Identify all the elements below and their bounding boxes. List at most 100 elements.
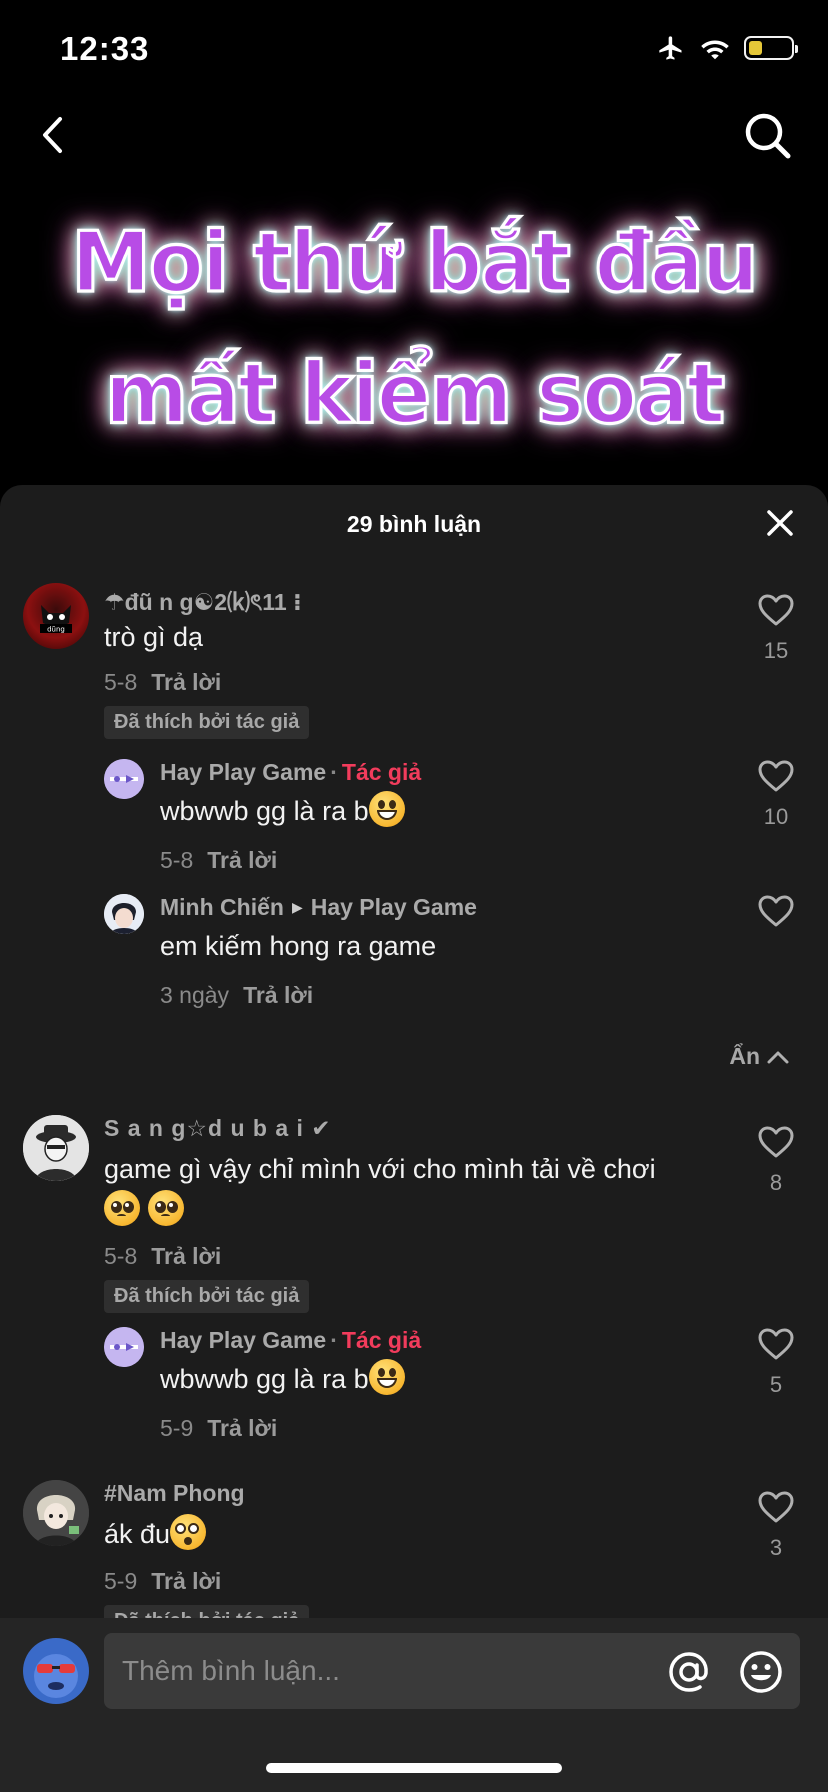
reply-meta: 3 ngày Trả lời: [160, 982, 313, 1009]
avatar-image: [23, 1480, 89, 1546]
svg-text:dũng: dũng: [47, 626, 65, 634]
avatar[interactable]: [104, 759, 144, 799]
comments-count-title: 29 bình luận: [346, 510, 482, 537]
back-button[interactable]: [28, 110, 78, 160]
reply-button[interactable]: Trả lời: [151, 1243, 221, 1269]
reply-button[interactable]: Trả lời: [151, 1568, 221, 1594]
reply-meta: 5-8 Trả lời: [160, 847, 277, 874]
comments-sheet: 29 bình luận dũng ☂đũ n g☯2⒦ৎ11 ⁝ trò gì…: [0, 485, 828, 1792]
search-icon: [745, 113, 791, 159]
top-nav: [0, 100, 828, 170]
reply-button[interactable]: Trả lời: [243, 982, 313, 1008]
avatar-image: [23, 1638, 89, 1704]
like-button[interactable]: 5: [754, 1327, 798, 1398]
avatar-image: [104, 1327, 144, 1367]
reply-text: em kiếm hong ra game: [160, 931, 437, 961]
avatar-image: [104, 759, 144, 799]
mention-button[interactable]: [666, 1649, 712, 1695]
reply-username-text[interactable]: Hay Play Game: [160, 1327, 326, 1353]
pleading-face-emoji: [104, 1190, 140, 1226]
status-bar: 12:33: [0, 0, 828, 100]
battery-icon: [744, 36, 798, 60]
status-icons: [656, 34, 798, 62]
reply-text: wbwwb gg là ra b: [160, 1359, 780, 1400]
grinning-face-emoji: [368, 791, 405, 827]
reply-username-text[interactable]: Minh Chiến: [160, 894, 284, 920]
avatar-image: [23, 1115, 89, 1181]
like-count: 3: [769, 1535, 783, 1560]
like-count: 15: [763, 638, 789, 663]
reply-username-text[interactable]: Hay Play Game: [160, 759, 326, 785]
reply-username[interactable]: Hay Play Game · Tác giả: [160, 759, 421, 786]
smiley-icon: [740, 1651, 782, 1693]
reply-button[interactable]: Trả lời: [151, 669, 221, 695]
reply-button[interactable]: Trả lời: [207, 1415, 277, 1441]
like-button[interactable]: 10: [754, 759, 798, 830]
avatar[interactable]: [104, 894, 144, 934]
reply-date: 3 ngày: [160, 982, 230, 1008]
avatar[interactable]: [23, 1115, 89, 1181]
hide-replies-button[interactable]: Ẩn: [729, 1043, 790, 1070]
reply-username[interactable]: Minh Chiến ▶ Hay Play Game: [160, 894, 477, 921]
my-avatar[interactable]: [23, 1638, 89, 1704]
liked-by-author-badge: Đã thích bởi tác giả: [104, 1280, 310, 1313]
comment-username[interactable]: #Nam Phong: [104, 1480, 245, 1507]
avatar[interactable]: [23, 1480, 89, 1546]
close-icon: [767, 510, 793, 536]
comment-meta: 5-9 Trả lời: [104, 1568, 221, 1595]
reply-arrow-icon: ▶: [291, 899, 303, 915]
chevron-up-icon: [767, 1051, 789, 1063]
comment-text: game gì vậy chỉ mình với cho mình tải về…: [104, 1149, 724, 1231]
comments-header: 29 bình luận: [0, 485, 828, 563]
author-badge: Tác giả: [341, 1327, 422, 1353]
status-time: 12:33: [60, 30, 150, 67]
comment-username[interactable]: S a n g☆d u b a i ✔: [104, 1115, 332, 1142]
like-button[interactable]: 15: [754, 593, 798, 664]
like-count: 8: [769, 1170, 783, 1195]
wifi-icon: [701, 40, 729, 60]
reply-date: 5-8: [160, 847, 194, 873]
emoji-button[interactable]: [738, 1649, 784, 1695]
avatar[interactable]: dũng: [23, 583, 89, 649]
reply-date: 5-9: [160, 1415, 194, 1441]
comment-meta: 5-8 Trả lời: [104, 669, 221, 696]
like-button[interactable]: 3: [754, 1490, 798, 1561]
at-sign-icon: [669, 1652, 708, 1692]
flushed-face-emoji: [170, 1514, 207, 1550]
search-button[interactable]: [740, 108, 796, 164]
comment-date: 5-8: [104, 669, 138, 695]
like-button[interactable]: 8: [754, 1125, 798, 1196]
video-preview[interactable]: Mọi thứ bắt đầu mất kiểm soát: [0, 170, 828, 485]
reply-button[interactable]: Trả lời: [207, 847, 277, 873]
comment-date: 5-8: [104, 1243, 138, 1269]
reply-to-username[interactable]: Hay Play Game: [311, 894, 477, 920]
heart-icon: [758, 594, 794, 626]
comment-date: 5-9: [104, 1568, 138, 1594]
chevron-left-icon: [43, 117, 62, 153]
reply-meta: 5-9 Trả lời: [160, 1415, 277, 1442]
heart-icon: [758, 895, 794, 927]
battery-level: [749, 41, 762, 55]
comment-input-bar: [0, 1618, 828, 1792]
close-button[interactable]: [762, 505, 798, 541]
heart-icon: [758, 1126, 794, 1158]
comments-list[interactable]: dũng ☂đũ n g☯2⒦ৎ11 ⁝ trò gì dạ 5-8 Trả lờ…: [0, 563, 828, 1618]
heart-icon: [758, 1491, 794, 1523]
video-title-art: Mọi thứ bắt đầu mất kiểm soát: [70, 196, 760, 459]
airplane-icon: [659, 36, 682, 60]
author-badge: Tác giả: [341, 759, 422, 785]
like-button[interactable]: [754, 894, 798, 933]
avatar[interactable]: [104, 1327, 144, 1367]
liked-by-author-badge: Đã thích bởi tác giả: [104, 706, 310, 739]
home-indicator: [266, 1763, 562, 1773]
pleading-face-emoji: [147, 1190, 184, 1226]
avatar-image: [104, 894, 144, 934]
like-count: 5: [769, 1372, 783, 1397]
comment-text: trò gì dạ: [104, 622, 204, 652]
comment-input-container: [104, 1633, 800, 1709]
grinning-face-emoji: [368, 1359, 405, 1395]
comment-input[interactable]: [122, 1633, 642, 1709]
reply-username[interactable]: Hay Play Game · Tác giả: [160, 1327, 421, 1354]
heart-icon: [758, 760, 794, 792]
reply-text: wbwwb gg là ra b: [160, 791, 780, 832]
